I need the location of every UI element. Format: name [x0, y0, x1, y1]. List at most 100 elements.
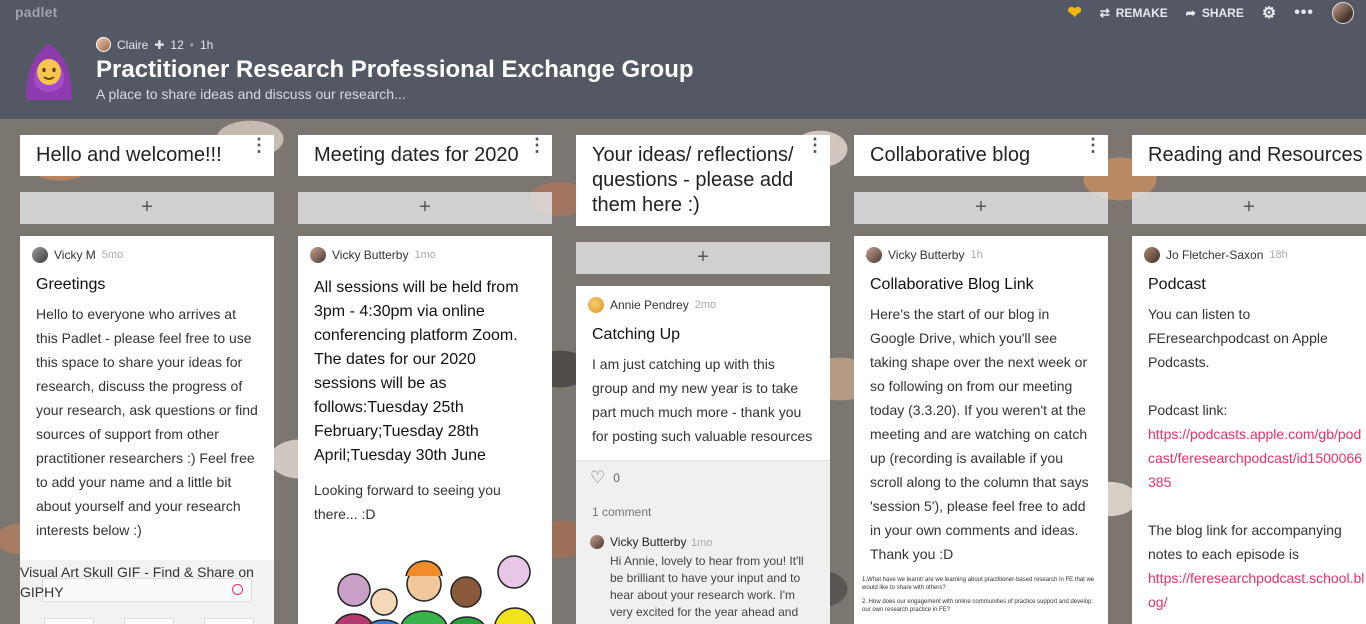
add-post-button[interactable]: + — [1132, 192, 1366, 224]
post-time: 5mo — [101, 249, 124, 261]
post-time: 2mo — [694, 299, 717, 311]
column-title: Reading and Resources — [1148, 144, 1363, 166]
column-menu-icon[interactable]: ⋮ — [250, 136, 268, 154]
author-name: Vicky Butterby — [888, 248, 965, 262]
post-title: Podcast — [1148, 276, 1206, 293]
comment-text: Hi Annie, lovely to hear from you! It'll… — [610, 554, 804, 619]
column-header: Reading and Resources — [1132, 135, 1366, 176]
column-header: Meeting dates for 2020 ⋮ — [298, 135, 552, 176]
column-header: Your ideas/ reflections/ questions - ple… — [576, 135, 830, 226]
column-menu-icon[interactable]: ⋮ — [1084, 136, 1102, 154]
padlet-age: 1h — [199, 37, 214, 52]
post-text: The blog link for accompanying notes to … — [1148, 522, 1342, 562]
column-title: Collaborative blog — [870, 144, 1031, 166]
share-icon: ➦ — [1185, 6, 1196, 20]
post-body: Here's the start of our blog in Google D… — [870, 306, 1089, 562]
column-header: Hello and welcome!!! ⋮ — [20, 135, 274, 176]
gear-icon[interactable]: ⚙ — [1262, 3, 1276, 23]
comments-section: ♡ 0 1 comment Vicky Butterby 1mo Hi Anni… — [576, 460, 830, 624]
comment-author: Vicky Butterby — [610, 535, 687, 549]
add-post-button[interactable]: + — [298, 192, 552, 224]
share-button[interactable]: ➦ SHARE — [1186, 6, 1244, 20]
padlet-logo[interactable]: padlet — [15, 4, 57, 20]
post-time: 1h — [970, 249, 983, 261]
plus-icon: + — [419, 196, 431, 218]
post-time: 1mo — [414, 249, 436, 261]
avatar — [590, 535, 604, 549]
post-title: Catching Up — [592, 326, 681, 343]
post-body-emphasis: All sessions will be held from 3pm - 4:3… — [314, 279, 519, 464]
author-name: Annie Pendrey — [610, 298, 689, 312]
doc-preview-line: 1.What have we learnt/ are we learning a… — [862, 577, 1095, 591]
add-post-button[interactable]: + — [576, 242, 830, 274]
add-post-button[interactable]: + — [854, 192, 1108, 224]
gif-control[interactable] — [124, 618, 174, 624]
author-name: Jo Fletcher-Saxon — [1166, 248, 1264, 262]
author-name: Vicky Butterby — [332, 248, 409, 262]
post-text: You can listen to FEresearchpodcast on A… — [1148, 306, 1328, 370]
post-title: Collaborative Blog Link — [870, 276, 1034, 293]
author-avatar[interactable] — [96, 37, 111, 52]
gif-alt-text: Visual Art Skull GIF - Find & Share on G… — [20, 564, 254, 600]
column-menu-icon[interactable]: ⋮ — [528, 136, 546, 154]
like-heart-icon[interactable]: ♡ — [590, 468, 605, 488]
column-title: Your ideas/ reflections/ questions - ple… — [592, 144, 794, 216]
header-bar: padlet ❤ ⇄ REMAKE ➦ SHARE ⚙ ••• Claire ✚… — [0, 0, 1366, 119]
post-title: Greetings — [36, 276, 106, 293]
column-title: Hello and welcome!!! — [36, 144, 222, 166]
page-subtitle: A place to share ideas and discuss our r… — [96, 86, 406, 102]
more-options-icon[interactable]: ••• — [1294, 4, 1314, 22]
like-row: ♡ 0 — [576, 461, 830, 495]
contributor-count: 12 — [170, 37, 184, 52]
post-card[interactable]: Vicky Butterby 1h Collaborative Blog Lin… — [854, 236, 1108, 624]
page-title: Practitioner Research Professional Excha… — [96, 56, 694, 83]
board-background: Hello and welcome!!! ⋮ + Vicky M 5mo Gre… — [0, 119, 1366, 624]
user-avatar[interactable] — [1332, 2, 1354, 24]
post-body: I am just catching up with this group an… — [592, 356, 813, 444]
blog-link[interactable]: https://feresearchpodcast.school.blog/ — [1148, 566, 1366, 614]
post-text: Podcast link: — [1148, 402, 1228, 418]
padlet-author-row: Claire ✚ 12 • 1h — [96, 37, 213, 52]
remake-button[interactable]: ⇄ REMAKE — [1100, 6, 1168, 20]
like-count: 0 — [613, 471, 620, 485]
plus-icon: + — [975, 196, 987, 218]
padlet-avatar-icon — [26, 44, 72, 100]
avatar — [1144, 247, 1160, 263]
heart-icon[interactable]: ❤ — [1067, 3, 1081, 23]
post-body: Looking forward to seeing you there... :… — [314, 482, 501, 522]
toolbar: ❤ ⇄ REMAKE ➦ SHARE ⚙ ••• — [1067, 2, 1354, 24]
comment-count[interactable]: 1 comment — [576, 495, 830, 525]
post-body: Hello to everyone who arrives at this Pa… — [36, 306, 258, 538]
post-author: Annie Pendrey 2mo — [576, 286, 830, 314]
post-author: Vicky Butterby 1h — [854, 236, 1108, 264]
plus-icon: + — [141, 196, 153, 218]
post-card[interactable]: Jo Fletcher-Saxon 18h Podcast You can li… — [1132, 236, 1366, 624]
podcast-link[interactable]: https://podcasts.apple.com/gb/podcast/fe… — [1148, 422, 1366, 494]
post-body: You can listen to FEresearchpodcast on A… — [1132, 300, 1366, 616]
gif-embed[interactable]: Visual Art Skull GIF - Find & Share on G… — [20, 560, 274, 624]
avatar — [310, 247, 326, 263]
post-author: Jo Fletcher-Saxon 18h — [1132, 236, 1366, 264]
add-post-button[interactable]: + — [20, 192, 274, 224]
gif-control[interactable] — [204, 618, 254, 624]
dot-separator: • — [189, 37, 194, 52]
avatar — [588, 297, 604, 313]
post-card[interactable]: Vicky M 5mo Greetings Hello to everyone … — [20, 236, 274, 624]
column-header: Collaborative blog ⋮ — [854, 135, 1108, 176]
avatar — [32, 247, 48, 263]
doc-preview-line: 2. How does our engagement with online c… — [862, 599, 1092, 613]
column-menu-icon[interactable]: ⋮ — [806, 136, 824, 154]
gif-controls — [44, 618, 254, 624]
remake-icon: ⇄ — [1099, 6, 1110, 20]
comment-time: 1mo — [690, 537, 713, 549]
plus-icon: + — [697, 246, 709, 268]
gif-control[interactable] — [44, 618, 94, 624]
author-name[interactable]: Claire — [117, 38, 148, 52]
post-card[interactable]: Vicky Butterby 1mo All sessions will be … — [298, 236, 552, 624]
author-name: Vicky M — [54, 248, 96, 262]
people-illustration-icon — [335, 555, 536, 624]
plus-icon: + — [1243, 196, 1255, 218]
post-card[interactable]: Annie Pendrey 2mo Catching Up I am just … — [576, 286, 830, 624]
